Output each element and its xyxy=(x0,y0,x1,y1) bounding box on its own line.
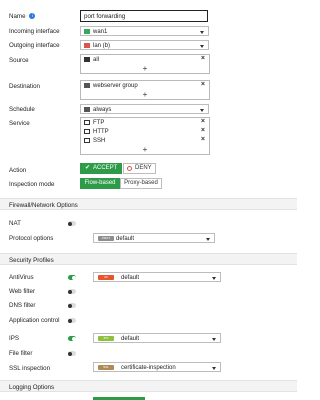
chevron-down-icon xyxy=(212,338,216,341)
service-list[interactable]: FTP × HTTP × SSH × + xyxy=(80,117,210,155)
accept-button[interactable]: ✔ ACCEPT xyxy=(80,163,122,174)
ips-badge: IPS xyxy=(98,336,114,341)
remove-icon[interactable]: × xyxy=(201,136,205,143)
ssl-badge: SSL xyxy=(98,365,114,370)
add-service-button[interactable]: + xyxy=(81,145,209,154)
service-label: Service xyxy=(9,120,30,127)
logging-options-header: Logging Options xyxy=(0,380,297,392)
ips-label: IPS xyxy=(9,335,19,342)
protocol-options-select[interactable]: PROT default xyxy=(93,233,215,243)
add-destination-button[interactable]: + xyxy=(81,90,209,99)
ips-toggle[interactable] xyxy=(68,336,76,341)
destination-list[interactable]: webserver group × + xyxy=(80,80,210,100)
remove-icon[interactable]: × xyxy=(201,118,205,125)
list-item: HTTP × xyxy=(81,127,209,136)
schedule-label: Schedule xyxy=(9,106,35,113)
application-control-label: Application control xyxy=(9,317,60,324)
file-filter-label: File filter xyxy=(9,350,33,357)
list-item: FTP × xyxy=(81,118,209,127)
prot-badge: PROT xyxy=(98,236,114,241)
chevron-down-icon xyxy=(212,277,216,280)
ips-select[interactable]: IPS default xyxy=(93,333,221,343)
chevron-down-icon xyxy=(206,238,210,241)
address-icon xyxy=(84,57,90,62)
inspection-mode-label: Inspection mode xyxy=(9,181,55,188)
incoming-interface-select[interactable]: wan1 xyxy=(80,26,209,36)
file-filter-toggle[interactable] xyxy=(68,351,76,356)
antivirus-label: AntiVirus xyxy=(9,274,34,281)
dns-filter-toggle[interactable] xyxy=(68,303,76,308)
proxy-based-button[interactable]: Proxy-based xyxy=(120,178,162,189)
application-control-toggle[interactable] xyxy=(68,318,76,323)
service-icon xyxy=(84,120,90,125)
remove-icon[interactable]: × xyxy=(201,127,205,134)
destination-label: Destination xyxy=(9,83,40,90)
name-input[interactable]: port forwarding xyxy=(80,10,208,22)
chevron-down-icon xyxy=(200,31,204,34)
ssl-inspection-select[interactable]: SSL certificate-inspection xyxy=(93,362,221,372)
list-item: webserver group × xyxy=(81,81,209,90)
nat-toggle[interactable] xyxy=(68,221,76,226)
service-icon xyxy=(84,138,90,143)
av-badge: AV xyxy=(98,275,114,280)
action-label: Action xyxy=(9,167,27,174)
list-item: SSH × xyxy=(81,136,209,145)
outgoing-interface-label: Outgoing interface xyxy=(9,42,60,49)
nat-label: NAT xyxy=(9,220,21,227)
chevron-down-icon xyxy=(200,45,204,48)
chevron-down-icon xyxy=(200,109,204,112)
antivirus-select[interactable]: AV default xyxy=(93,272,221,282)
source-list[interactable]: all × + xyxy=(80,54,210,74)
antivirus-toggle[interactable] xyxy=(68,275,76,280)
security-profiles-header: Security Profiles xyxy=(0,253,297,265)
service-icon xyxy=(84,129,90,134)
info-icon: i xyxy=(29,13,36,20)
protocol-options-label: Protocol options xyxy=(9,235,54,242)
remove-icon[interactable]: × xyxy=(201,81,205,88)
ssl-inspection-label: SSL inspection xyxy=(9,365,51,372)
name-label: Name i xyxy=(9,13,36,20)
calendar-icon xyxy=(84,107,90,112)
remove-icon[interactable]: × xyxy=(201,55,205,62)
outgoing-interface-select[interactable]: lan (b) xyxy=(80,40,209,50)
network-port-icon xyxy=(84,29,90,34)
deny-button[interactable]: DENY xyxy=(123,163,156,174)
list-item: all × xyxy=(81,55,209,64)
flow-based-button[interactable]: Flow-based xyxy=(80,178,120,189)
web-filter-label: Web filter xyxy=(9,288,36,295)
network-port-icon xyxy=(84,43,90,48)
add-source-button[interactable]: + xyxy=(81,64,209,73)
firewall-network-options-header: Firewall/Network Options xyxy=(0,198,297,210)
source-label: Source xyxy=(9,57,29,64)
incoming-interface-label: Incoming interface xyxy=(9,28,60,35)
web-filter-toggle[interactable] xyxy=(68,289,76,294)
deny-icon xyxy=(127,166,132,171)
dns-filter-label: DNS filter xyxy=(9,302,36,309)
check-icon: ✔ xyxy=(85,165,91,171)
address-group-icon xyxy=(84,83,90,88)
schedule-select[interactable]: always xyxy=(80,104,209,114)
chevron-down-icon xyxy=(212,367,216,370)
